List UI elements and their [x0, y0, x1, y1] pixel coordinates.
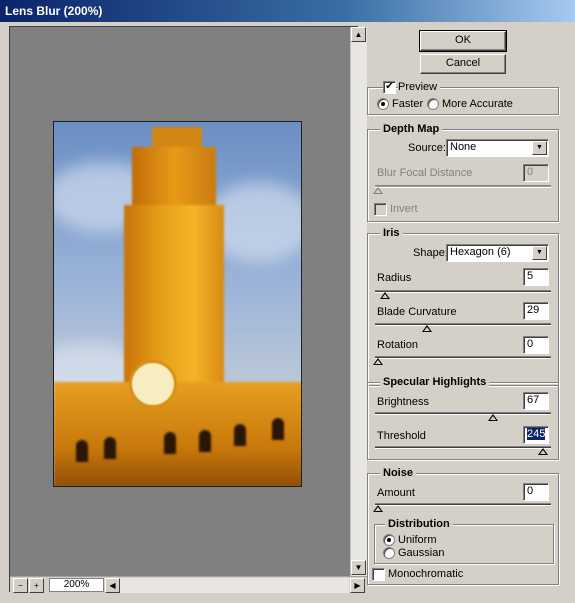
uniform-radio[interactable]	[383, 534, 395, 546]
cancel-button[interactable]: Cancel	[420, 54, 506, 74]
blade-curvature-label: Blade Curvature	[377, 306, 457, 318]
ok-button[interactable]: OK	[419, 30, 507, 52]
preview-label: Preview	[398, 81, 441, 93]
monochromatic-label: Monochromatic	[388, 568, 464, 580]
depth-map-title: Depth Map	[380, 123, 443, 135]
amount-field[interactable]: 0	[523, 483, 549, 501]
zoom-out-button[interactable]: −	[13, 578, 28, 593]
scroll-right-icon[interactable]: ▶	[350, 578, 365, 593]
rotation-label: Rotation	[377, 339, 418, 351]
threshold-field[interactable]: 245	[523, 426, 549, 444]
horizontal-scrollbar[interactable]	[120, 578, 349, 593]
chevron-down-icon[interactable]: ▼	[532, 246, 547, 260]
brightness-field[interactable]: 67	[523, 392, 549, 410]
faster-label: Faster	[392, 98, 424, 110]
iris-title: Iris	[380, 227, 403, 239]
invert-label: Invert	[390, 203, 418, 215]
gaussian-radio[interactable]	[383, 547, 395, 559]
source-select[interactable]: None ▼	[446, 139, 549, 157]
scroll-down-icon[interactable]: ▼	[351, 560, 366, 575]
uniform-label: Uniform	[398, 534, 437, 546]
gaussian-label: Gaussian	[398, 547, 445, 559]
rotation-field[interactable]: 0	[523, 336, 549, 354]
shape-select[interactable]: Hexagon (6) ▼	[446, 244, 549, 262]
zoom-bar: − + 200% ◀ ▶	[10, 576, 367, 593]
rotation-slider[interactable]	[373, 353, 551, 365]
preview-checkbox[interactable]: ✔	[383, 81, 396, 94]
more-accurate-radio[interactable]	[427, 98, 439, 110]
dialog-body: ▲ ▼ − + 200% ◀ ▶ OK Cancel ✔ Preview Fas…	[0, 22, 575, 603]
amount-label: Amount	[377, 487, 415, 499]
zoom-level: 200%	[49, 578, 104, 592]
scroll-up-icon[interactable]: ▲	[351, 27, 366, 42]
noise-title: Noise	[380, 467, 416, 479]
distribution-title: Distribution	[385, 518, 453, 530]
threshold-slider[interactable]	[375, 443, 551, 455]
shape-label: Shape:	[413, 247, 448, 259]
blur-focal-slider	[373, 182, 551, 194]
preview-pane[interactable]: ▲ ▼ − + 200% ◀ ▶	[9, 26, 367, 593]
window-title: Lens Blur (200%)	[5, 4, 103, 18]
source-label: Source:	[408, 142, 446, 154]
specular-title: Specular Highlights	[380, 376, 490, 388]
scroll-left-icon[interactable]: ◀	[105, 578, 120, 593]
radius-slider[interactable]	[375, 287, 551, 299]
blur-focal-field: 0	[523, 164, 549, 182]
more-accurate-label: More Accurate	[442, 98, 513, 110]
brightness-slider[interactable]	[375, 409, 551, 421]
zoom-in-button[interactable]: +	[29, 578, 44, 593]
radius-field[interactable]: 5	[523, 268, 549, 286]
title-bar: Lens Blur (200%)	[0, 0, 575, 22]
amount-slider[interactable]	[373, 500, 551, 512]
brightness-label: Brightness	[377, 396, 429, 408]
blade-curvature-field[interactable]: 29	[523, 302, 549, 320]
threshold-label: Threshold	[377, 430, 426, 442]
preview-image	[53, 121, 302, 487]
blade-curvature-slider[interactable]	[375, 320, 551, 332]
faster-radio[interactable]	[377, 98, 389, 110]
chevron-down-icon[interactable]: ▼	[532, 141, 547, 155]
vertical-scrollbar[interactable]: ▲ ▼	[350, 27, 367, 576]
blur-focal-label: Blur Focal Distance	[377, 167, 473, 179]
radius-label: Radius	[377, 272, 412, 284]
monochromatic-checkbox[interactable]	[372, 568, 385, 581]
invert-checkbox	[374, 203, 387, 216]
